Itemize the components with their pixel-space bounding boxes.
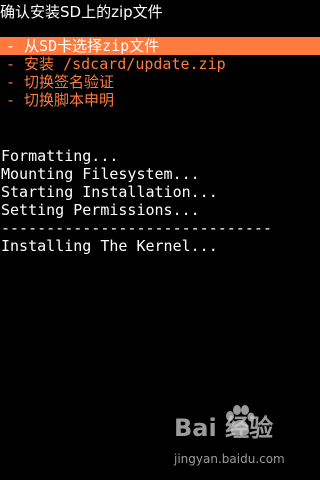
watermark-url: jingyan.baidu.com bbox=[174, 452, 285, 466]
install-log: Formatting... Mounting Filesystem... Sta… bbox=[0, 147, 320, 255]
log-line-starting: Starting Installation... bbox=[1, 183, 218, 201]
menu-item-install-update-zip[interactable]: - 安装 /sdcard/update.zip bbox=[0, 55, 320, 73]
menu-item-toggle-signature-verification[interactable]: - 切换签名验证 bbox=[0, 73, 320, 91]
log-line-formatting: Formatting... bbox=[1, 147, 119, 165]
log-divider: ------------------------------ bbox=[1, 219, 272, 237]
paw-icon bbox=[226, 405, 255, 436]
log-line-permissions: Setting Permissions... bbox=[1, 201, 200, 219]
log-line-installing-kernel: Installing The Kernel... bbox=[1, 237, 218, 255]
log-line-mounting: Mounting Filesystem... bbox=[1, 165, 200, 183]
menu-item-choose-zip-from-sd[interactable]: - 从SD卡选择zip文件 bbox=[0, 37, 320, 55]
screen-title: 确认安装SD上的zip文件 bbox=[0, 3, 163, 21]
recovery-menu: - 从SD卡选择zip文件 - 安装 /sdcard/update.zip - … bbox=[0, 37, 320, 109]
menu-item-toggle-script-assert[interactable]: - 切换脚本申明 bbox=[0, 91, 320, 109]
baidu-jingyan-watermark: Bai 经验 jingyan.baidu.com bbox=[168, 404, 318, 476]
